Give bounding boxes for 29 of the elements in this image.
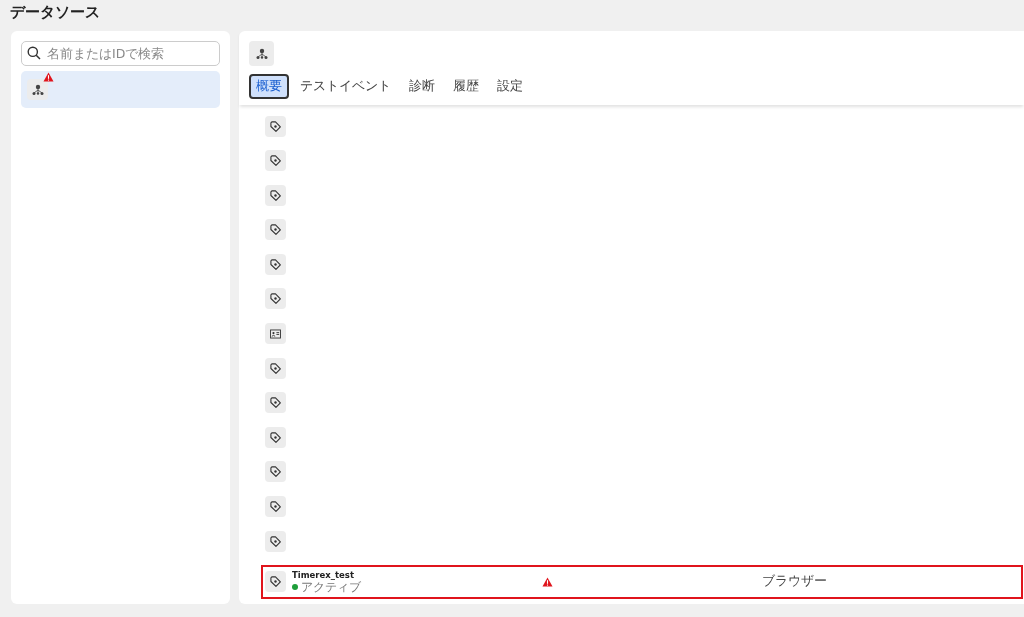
- tag-icon: [270, 293, 281, 305]
- tag-icon: [270, 466, 281, 478]
- tab[interactable]: 診断: [402, 74, 442, 99]
- tag-icon: [270, 155, 281, 167]
- tag-icon: [270, 576, 281, 588]
- status-text: アクティブ: [301, 580, 361, 594]
- network-nodes-icon: [255, 47, 268, 60]
- source-item[interactable]: [21, 71, 220, 108]
- tab[interactable]: 設定: [490, 74, 530, 99]
- source-type: ブラウザー: [762, 573, 827, 591]
- tag-icon: [270, 431, 281, 443]
- tag-icon: [270, 189, 281, 201]
- tag-icon: [270, 397, 281, 409]
- id-card-icon: [270, 328, 281, 339]
- tab[interactable]: テストイベント: [293, 74, 398, 99]
- tab[interactable]: 概要: [249, 74, 289, 99]
- source-name: Timerex_test: [292, 569, 355, 581]
- tag-icon: [270, 224, 281, 236]
- search-icon: [27, 46, 41, 60]
- tag-icon: [270, 362, 281, 374]
- tag-icon: [270, 501, 281, 513]
- search-field[interactable]: 名前またはIDで検索: [21, 41, 220, 66]
- tag-icon: [270, 258, 281, 270]
- tag-icon: [270, 120, 281, 132]
- tag-icon: [270, 535, 281, 547]
- network-nodes-icon: [31, 83, 44, 96]
- page-title: データソース: [9, 2, 101, 23]
- highlighted-row[interactable]: Timerex_test アクティブ ブラウザー: [261, 564, 1023, 599]
- tab[interactable]: 履歴: [446, 74, 486, 99]
